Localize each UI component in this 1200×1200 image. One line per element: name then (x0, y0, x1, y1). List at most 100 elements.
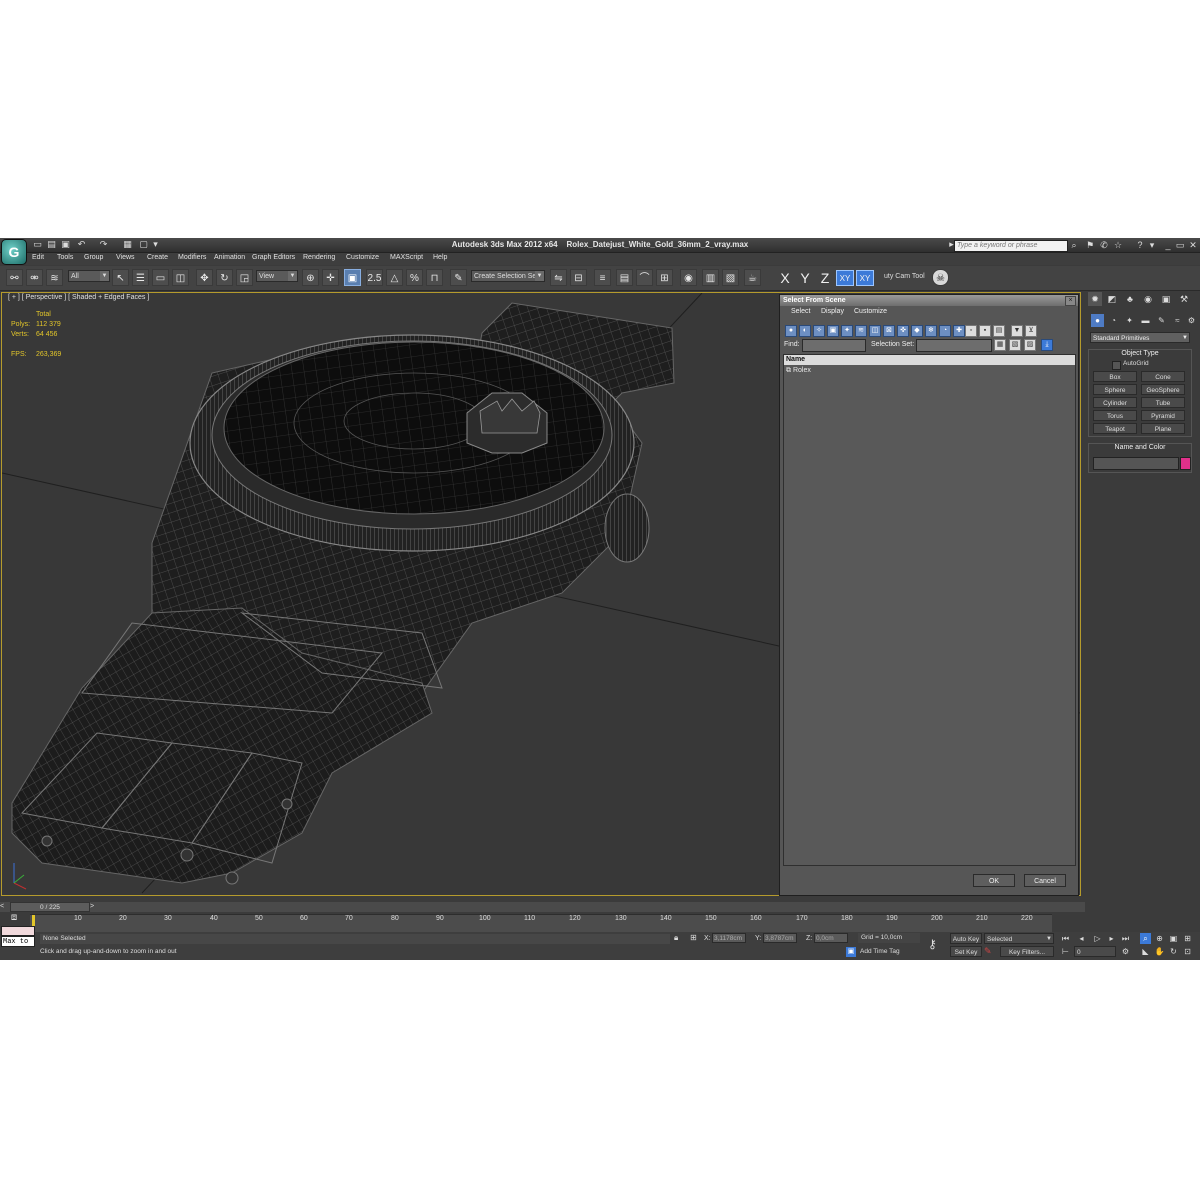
zoom-icon[interactable]: ⌕ (1140, 933, 1151, 944)
transform-mode-icon[interactable]: ⊞ (690, 933, 697, 942)
maxscript-output[interactable] (1, 926, 35, 936)
current-frame-field[interactable]: 0 (1074, 946, 1116, 957)
cam-tool-label[interactable]: uty Cam Tool (884, 273, 925, 280)
hierarchy-tab-icon[interactable]: ♣ (1123, 292, 1137, 306)
pyramid-button[interactable]: Pyramid (1141, 410, 1185, 421)
window-crossing-icon[interactable]: ◫ (172, 269, 189, 286)
display-tab-icon[interactable]: ▣ (1159, 292, 1173, 306)
menu-modifiers[interactable]: Modifiers (178, 254, 206, 261)
geometry-icon[interactable]: ● (1091, 314, 1104, 327)
application-logo-icon[interactable]: G (1, 239, 27, 265)
display-none-icon[interactable]: ▫ (965, 325, 977, 337)
select-by-name-icon[interactable]: ☰ (132, 269, 149, 286)
scale-icon[interactable]: ◲ (236, 269, 253, 286)
align-icon[interactable]: ⊟ (570, 269, 587, 286)
systems-icon[interactable]: ⚙ (1185, 314, 1198, 327)
zoom-extents-icon[interactable]: ▣ (1168, 933, 1179, 944)
chevron-down-icon[interactable]: ▾ (150, 239, 161, 250)
spacewarps-icon[interactable]: ≈ (1171, 314, 1184, 327)
menu-rendering[interactable]: Rendering (303, 254, 335, 261)
menu-views[interactable]: Views (116, 254, 135, 261)
redo-icon[interactable]: ↷ (98, 239, 109, 250)
key-mode-icon[interactable]: ⊢ (1060, 946, 1071, 957)
favorites-icon[interactable]: ☆ (1112, 239, 1124, 251)
dialog-menu-display[interactable]: Display (821, 308, 844, 315)
autogrid-checkbox[interactable] (1112, 361, 1121, 370)
edit-named-selection-icon[interactable]: ✎ (450, 269, 467, 286)
cylinder-button[interactable]: Cylinder (1093, 397, 1137, 408)
time-slider[interactable]: 0 / 225 < > (0, 902, 1085, 912)
create-tab-icon[interactable]: ✹ (1088, 292, 1102, 306)
track-bar[interactable]: 10 20 30 40 50 60 70 80 90 100 110 120 1… (30, 914, 1052, 933)
constrain-z-button[interactable]: Z (816, 270, 834, 286)
constrain-xy-cycle-button[interactable]: XY (856, 270, 874, 286)
utilities-tab-icon[interactable]: ⚒ (1177, 292, 1191, 306)
play-icon[interactable]: ▷ (1092, 933, 1103, 944)
lock-icon[interactable]: 🔒︎ (674, 933, 678, 943)
display-lights-icon[interactable]: ✧ (813, 325, 825, 337)
spinner-snap-icon[interactable]: ⊓ (426, 269, 443, 286)
menu-help[interactable]: Help (433, 254, 447, 261)
orbit-icon[interactable]: ↻ (1168, 946, 1179, 957)
display-xrefs-icon[interactable]: ⊠ (883, 325, 895, 337)
close-icon[interactable]: × (1065, 296, 1076, 306)
layer-manager-icon[interactable]: ≡ (594, 269, 611, 286)
menu-group[interactable]: Group (84, 254, 103, 261)
shapes-icon[interactable]: ◔ (1107, 314, 1120, 327)
rectangular-selection-icon[interactable]: ▭ (152, 269, 169, 286)
bind-spacewarp-icon[interactable]: ≋ (46, 269, 63, 286)
key-icon[interactable]: ⚷ (928, 937, 937, 951)
display-groups-icon[interactable]: ◫ (869, 325, 881, 337)
minimize-icon[interactable]: _ (1162, 239, 1174, 251)
dialog-title[interactable]: Select From Scene (780, 295, 1078, 306)
constrain-x-button[interactable]: X (776, 270, 794, 286)
chevron-right-icon[interactable]: > (90, 902, 98, 912)
menu-maxscript[interactable]: MAXScript (390, 254, 423, 261)
cancel-button[interactable]: Cancel (1024, 874, 1066, 887)
communication-icon[interactable]: ✆ (1098, 239, 1110, 251)
dialog-menu-customize[interactable]: Customize (854, 308, 887, 315)
close-icon[interactable]: ✕ (1187, 239, 1199, 251)
menu-graph-editors[interactable]: Graph Editors (252, 254, 295, 261)
keyboard-shortcut-override-icon[interactable]: ▣ (344, 269, 361, 286)
ok-button[interactable]: OK (973, 874, 1015, 887)
unlink-icon[interactable]: ⚮ (26, 269, 43, 286)
geosphere-button[interactable]: GeoSphere (1141, 384, 1185, 395)
torus-button[interactable]: Torus (1093, 410, 1137, 421)
save-icon[interactable]: ▣ (60, 239, 71, 250)
z-coordinate-field[interactable]: 0,0cm (814, 933, 848, 943)
key-filters-button[interactable]: Key Filters... (1000, 946, 1054, 957)
zoom-extents-all-icon[interactable]: ⊞ (1182, 933, 1193, 944)
named-selection-dropdown[interactable]: Create Selection Se ▼ (471, 270, 545, 282)
maxscript-listener-input[interactable]: Max to (1, 936, 35, 947)
selection-set-dropdown[interactable] (916, 339, 992, 352)
cameras-icon[interactable]: ▬ (1139, 314, 1152, 327)
object-color-swatch[interactable] (1180, 457, 1191, 470)
select-all-icon[interactable]: ▤ (993, 325, 1005, 337)
find-input[interactable] (802, 339, 866, 352)
display-cameras-icon[interactable]: ▣ (827, 325, 839, 337)
add-time-tag[interactable]: Add Time Tag (860, 948, 900, 955)
object-type-title[interactable]: Object Type (1089, 350, 1191, 357)
chevron-down-icon[interactable]: ▾ (1146, 239, 1158, 251)
reference-coordinate-dropdown[interactable]: View ▼ (256, 270, 298, 282)
zoom-all-icon[interactable]: ⊕ (1154, 933, 1165, 944)
pan-icon[interactable]: ✋ (1154, 946, 1165, 957)
set-key-button[interactable]: Set Key (950, 946, 982, 957)
schematic-view-icon[interactable]: ⊞ (656, 269, 673, 286)
angle-snap-icon[interactable]: △ (386, 269, 403, 286)
constrain-y-button[interactable]: Y (796, 270, 814, 286)
render-production-icon[interactable]: ☕ (744, 269, 761, 286)
menu-edit[interactable]: Edit (32, 254, 44, 261)
curve-editor-icon[interactable]: ⌒ (636, 269, 653, 286)
auto-key-button[interactable]: Auto Key (950, 933, 982, 944)
teapot-button[interactable]: Teapot (1093, 423, 1137, 434)
select-object-icon[interactable]: ↖ (112, 269, 129, 286)
time-slider-thumb[interactable]: 0 / 225 (10, 902, 90, 912)
name-and-color-title[interactable]: Name and Color (1089, 444, 1191, 451)
viewport-label[interactable]: [ + ] [ Perspective ] [ Shaded + Edged F… (8, 294, 149, 301)
list-item[interactable]: ⧉ Rolex (786, 367, 811, 375)
dialog-menu-select[interactable]: Select (791, 308, 810, 315)
display-geometry-icon[interactable]: ● (785, 325, 797, 337)
display-shapes-icon[interactable]: ◐ (799, 325, 811, 337)
